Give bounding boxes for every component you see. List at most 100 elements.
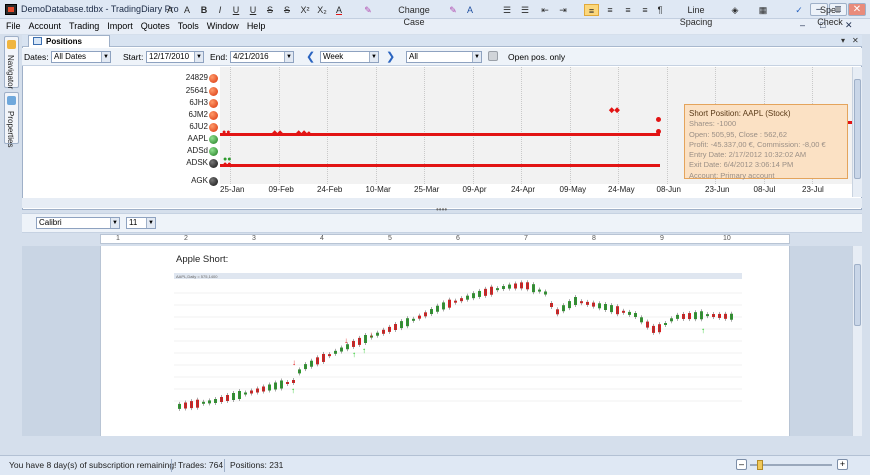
status-separator bbox=[171, 459, 172, 472]
font-family-select[interactable]: Calibri ▼ bbox=[36, 217, 120, 229]
editor-scrollbar[interactable] bbox=[852, 246, 862, 436]
navigator-tab[interactable]: Navigator bbox=[4, 36, 19, 90]
period-value: Week bbox=[323, 52, 344, 61]
bold-button[interactable]: B bbox=[198, 4, 210, 16]
gantt-row-label[interactable]: 6JU2 bbox=[170, 122, 208, 131]
bullet-list-icon[interactable]: ☰ bbox=[518, 4, 532, 16]
shrink-font-icon[interactable]: A bbox=[180, 4, 194, 16]
gantt-row-label[interactable]: 6JH3 bbox=[170, 98, 208, 107]
next-period-icon[interactable]: ❯ bbox=[386, 50, 395, 63]
trade-end-marker[interactable] bbox=[656, 117, 661, 122]
trade-marker[interactable]: ●● bbox=[223, 161, 231, 168]
menu-file[interactable]: File bbox=[0, 19, 25, 34]
spell-check-button[interactable]: Spell Check bbox=[808, 4, 852, 27]
period-select[interactable]: Week ▼ bbox=[320, 51, 379, 63]
menu-account[interactable]: Account bbox=[25, 19, 66, 34]
superscript-button[interactable]: X² bbox=[298, 4, 312, 16]
tooltip-line: Open: 505,95, Close : 562,62 bbox=[689, 129, 787, 139]
mdi-minimize-icon[interactable]: – bbox=[800, 20, 805, 30]
underline-button[interactable]: U bbox=[230, 4, 242, 16]
align-center-button[interactable]: ≡ bbox=[603, 4, 617, 16]
zoom-out-button[interactable]: – bbox=[736, 459, 747, 470]
line-spacing-button[interactable]: Line Spacing bbox=[670, 4, 722, 27]
gantt-row-label[interactable]: 6JM2 bbox=[170, 110, 208, 119]
gantt-row-label[interactable]: AGK bbox=[170, 176, 208, 185]
gantt-scrollbar[interactable] bbox=[852, 67, 862, 197]
chevron-down-icon: ▼ bbox=[146, 218, 155, 228]
align-right-button[interactable]: ≡ bbox=[621, 4, 635, 16]
spell-check-icon[interactable]: ✓ bbox=[792, 4, 806, 16]
prev-period-icon[interactable]: ❮ bbox=[306, 50, 315, 63]
properties-tab[interactable]: Properties bbox=[4, 92, 19, 147]
start-date-field[interactable]: 12/17/2010 ▼ bbox=[146, 51, 204, 63]
scope-select[interactable]: All ▼ bbox=[406, 51, 482, 63]
gantt-bar-adsk[interactable] bbox=[220, 164, 660, 167]
zoom-slider-thumb[interactable] bbox=[757, 460, 763, 470]
numbered-list-icon[interactable]: ☰ bbox=[500, 4, 514, 16]
change-case-button[interactable]: Change Case bbox=[388, 4, 440, 27]
mdi-close-icon[interactable]: ✕ bbox=[845, 20, 853, 31]
gantt-bar-aapl[interactable] bbox=[220, 133, 660, 136]
open-only-label[interactable]: Open pos. only bbox=[508, 52, 565, 63]
gantt-row-label[interactable]: AAPL bbox=[170, 134, 208, 143]
menu-help[interactable]: Help bbox=[243, 19, 270, 34]
panel-menu-icon[interactable]: ▾ bbox=[841, 36, 845, 45]
shading-icon[interactable]: ◈ bbox=[728, 4, 742, 16]
indent-icon[interactable]: ⇥ bbox=[556, 4, 570, 16]
double-strike-button[interactable]: S bbox=[281, 4, 293, 16]
end-date-value: 4/21/2016 bbox=[233, 52, 269, 61]
subscription-status: You have 8 day(s) of subscription remain… bbox=[9, 460, 177, 470]
editor-scroll-thumb[interactable] bbox=[854, 264, 861, 326]
menu-trading[interactable]: Trading bbox=[65, 19, 103, 34]
tab-positions-gantt[interactable]: Positions (Gantt) bbox=[28, 35, 110, 57]
trade-marker[interactable]: ◆◆ bbox=[272, 129, 283, 137]
gantt-axis-tick: 23-Jun bbox=[705, 185, 730, 194]
menu-quotes[interactable]: Quotes bbox=[137, 19, 174, 34]
panel-close-icon[interactable]: ✕ bbox=[852, 36, 859, 45]
document-heading[interactable]: Apple Short: bbox=[176, 254, 228, 265]
trade-marker[interactable]: ◆◆ bbox=[609, 106, 620, 114]
outdent-icon[interactable]: ⇤ bbox=[538, 4, 552, 16]
double-underline-button[interactable]: U bbox=[247, 4, 259, 16]
subscript-button[interactable]: X₂ bbox=[315, 4, 329, 16]
zoom-in-button[interactable]: + bbox=[837, 459, 848, 470]
gantt-row-label[interactable]: 24829 bbox=[170, 73, 208, 82]
font-size-select[interactable]: 11 ▼ bbox=[126, 217, 156, 229]
open-only-toggle-icon[interactable] bbox=[488, 51, 498, 61]
gantt-axis-tick: 24-Apr bbox=[511, 185, 536, 194]
tooltip-line: Profit: -45.337,00 €, Commission: -8,00 … bbox=[689, 139, 826, 149]
menu-window[interactable]: Window bbox=[203, 19, 243, 34]
window-title: DemoDatabase.tdbx - TradingDiary Pro bbox=[21, 4, 179, 14]
grow-font-icon[interactable]: A bbox=[163, 4, 177, 16]
justify-button[interactable]: ≡ bbox=[638, 4, 652, 16]
clear-format-icon[interactable]: ✎ bbox=[446, 4, 460, 16]
status-ball-icon bbox=[209, 111, 218, 120]
paragraph-marks-icon[interactable]: ¶ bbox=[654, 4, 666, 16]
ruler-number: 9 bbox=[660, 235, 664, 242]
ruler-number: 10 bbox=[723, 235, 731, 242]
gantt-scroll-thumb[interactable] bbox=[854, 79, 861, 179]
trade-end-marker[interactable] bbox=[656, 129, 661, 134]
style-icon[interactable]: A bbox=[464, 4, 476, 16]
embedded-chart-image[interactable]: AAPL,Daily = 575,1400 ↓ ↑ ↓ ↑ ↑ ↓ ↑ bbox=[174, 273, 742, 411]
dates-select[interactable]: All Dates ▼ bbox=[51, 51, 111, 63]
gantt-row-label[interactable]: ADSK bbox=[170, 158, 208, 167]
font-color-button[interactable]: A bbox=[333, 4, 345, 16]
candlestick-chart: AAPL,Daily = 575,1400 ↓↑↓↑ ↑↓ ↑ bbox=[174, 273, 742, 411]
strikethrough-button[interactable]: S bbox=[264, 4, 276, 16]
borders-icon[interactable]: ▦ bbox=[756, 4, 770, 16]
highlight-icon[interactable]: ✎ bbox=[361, 4, 375, 16]
app-icon bbox=[5, 4, 17, 15]
align-left-button[interactable]: ≡ bbox=[584, 4, 599, 16]
sell-arrow-icon: ↓ bbox=[292, 358, 296, 367]
italic-button[interactable]: I bbox=[214, 4, 226, 16]
trade-marker[interactable]: ◆◆● bbox=[296, 129, 311, 137]
trade-marker[interactable]: ●● bbox=[222, 129, 230, 136]
navigator-label: Navigator bbox=[6, 55, 15, 90]
gantt-row-label[interactable]: ADSd bbox=[170, 146, 208, 155]
ruler[interactable]: 1 2 3 4 5 6 7 8 9 10 bbox=[100, 234, 790, 244]
end-date-field[interactable]: 4/21/2016 ▼ bbox=[230, 51, 294, 63]
gantt-row-label[interactable]: 25641 bbox=[170, 86, 208, 95]
menu-import[interactable]: Import bbox=[103, 19, 137, 34]
menu-tools[interactable]: Tools bbox=[174, 19, 203, 34]
